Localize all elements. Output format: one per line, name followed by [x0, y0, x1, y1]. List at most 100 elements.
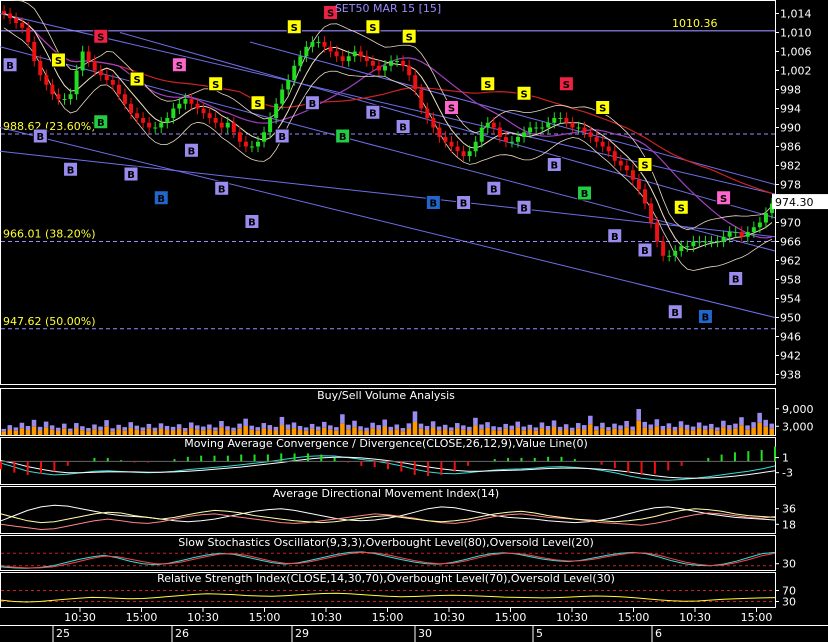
- sell-signal-label: S: [254, 99, 261, 110]
- buy-signal-label: B: [581, 189, 589, 200]
- volume-bar-sell: [666, 423, 672, 429]
- volume-bar-buy: [600, 428, 605, 435]
- candle-body: [522, 132, 527, 137]
- volume-bar-sell: [309, 423, 315, 429]
- volume-bar-buy: [448, 430, 454, 435]
- candle-body: [467, 151, 472, 156]
- volume-bar-sell: [37, 426, 43, 431]
- sell-signal-label: S: [599, 104, 606, 115]
- volume-bar-buy: [757, 422, 762, 435]
- volume-bar-buy: [539, 428, 545, 435]
- adx-panel-title: Average Directional Movement Index(14): [273, 487, 499, 500]
- volume-bar-sell: [134, 425, 140, 430]
- volume-bar-buy: [116, 429, 121, 435]
- volume-bar-buy: [37, 430, 43, 435]
- volume-bar-sell: [291, 422, 297, 429]
- volume-bar-sell: [219, 421, 224, 428]
- sell-signal-label: S: [406, 32, 413, 43]
- volume-bar-buy: [509, 429, 514, 435]
- buy-signal-label: B: [490, 184, 498, 195]
- volume-bar-buy: [618, 429, 623, 435]
- candle-body: [552, 118, 557, 123]
- candle-body: [364, 56, 369, 61]
- volume-bar-buy: [303, 430, 309, 435]
- sell-signal-label: S: [720, 194, 727, 205]
- stoch-panel-title: Slow Stochastics Oscillator(9,3,3),Overb…: [178, 536, 594, 549]
- candle-body: [582, 127, 587, 133]
- sell-signal-label: S: [327, 9, 334, 20]
- volume-bar-sell: [569, 427, 575, 431]
- time-tick-label: 10:30: [310, 611, 342, 624]
- volume-bar-sell: [654, 419, 660, 427]
- volume-bar-sell: [364, 427, 369, 431]
- volume-bar-sell: [352, 420, 357, 428]
- volume-bar-sell: [533, 427, 539, 431]
- indicator-tick-label: 36: [782, 503, 796, 516]
- stock-chart[interactable]: 1010.36 988.62 (23.60%) 966.01 (38.20%) 947…: [0, 0, 828, 642]
- candle-body: [667, 255, 672, 257]
- volume-bar-buy: [358, 430, 363, 435]
- volume-bar-buy: [551, 426, 557, 435]
- volume-bar-buy: [98, 430, 103, 435]
- buy-signal-label: B: [611, 232, 619, 243]
- volume-bar-buy: [128, 427, 134, 435]
- candle-body: [636, 179, 641, 190]
- volume-bar-sell: [340, 414, 345, 424]
- volume-bar-buy: [479, 429, 484, 435]
- volume-bar-buy: [394, 429, 400, 435]
- volume-bar-buy: [249, 429, 254, 435]
- volume-bar-sell: [328, 425, 333, 430]
- buy-signal-label: B: [339, 132, 347, 143]
- candle-body: [685, 246, 690, 248]
- candle-body: [691, 241, 696, 247]
- candle-body: [564, 118, 569, 123]
- candle-body: [98, 70, 103, 76]
- indicator-tick-label: 30: [782, 596, 796, 609]
- volume-bar-buy: [745, 429, 750, 435]
- volume-bar-sell: [122, 427, 127, 431]
- volume-bar-sell: [497, 427, 502, 431]
- buy-signal-label: B: [671, 308, 679, 319]
- time-tick-label: 10:30: [433, 611, 465, 624]
- volume-bar-sell: [708, 423, 714, 429]
- volume-bar-sell: [430, 421, 436, 428]
- volume-bar-buy: [376, 429, 381, 435]
- candle-body: [237, 132, 242, 142]
- buy-signal-label: B: [641, 246, 649, 257]
- sell-signal-label: S: [641, 161, 648, 172]
- volume-bar-sell: [334, 427, 339, 431]
- volume-bar-buy: [104, 426, 109, 435]
- volume-bar-sell: [237, 423, 242, 429]
- volume-bar-sell: [152, 427, 158, 431]
- volume-bar-sell: [225, 426, 230, 431]
- candle-body: [129, 103, 134, 114]
- volume-bar-buy: [7, 429, 13, 435]
- volume-bar-sell: [624, 421, 629, 428]
- volume-bar-buy: [400, 431, 406, 435]
- volume-bar-sell: [13, 427, 19, 431]
- volume-bar-sell: [92, 424, 97, 430]
- volume-bar-buy: [751, 427, 756, 435]
- volume-bar-buy: [521, 430, 527, 435]
- volume-bar-sell: [594, 426, 599, 431]
- candle-body: [80, 51, 85, 71]
- price-tick-label: 1,010: [780, 27, 812, 40]
- volume-panel-title: Buy/Sell Volume Analysis: [317, 389, 455, 402]
- macd-panel-title: Moving Average Convergence / Divergence(…: [184, 437, 588, 450]
- indicator-tick-label: 30: [782, 558, 796, 571]
- sell-signal-label: S: [678, 203, 685, 214]
- volume-bar-sell: [388, 426, 394, 431]
- volume-bar-sell: [128, 422, 134, 428]
- volume-bar-buy: [648, 429, 654, 435]
- volume-bar-sell: [636, 409, 641, 421]
- candle-body: [709, 241, 714, 243]
- volume-bar-buy: [328, 429, 333, 435]
- buy-signal-label: B: [702, 313, 710, 324]
- candle-body: [44, 75, 49, 85]
- volume-bar-sell: [588, 415, 593, 425]
- volume-bar-buy: [231, 430, 236, 435]
- volume-bar-sell: [249, 425, 254, 430]
- candle-body: [600, 141, 605, 147]
- volume-bar-buy: [388, 430, 394, 435]
- volume-bar-buy: [164, 430, 170, 435]
